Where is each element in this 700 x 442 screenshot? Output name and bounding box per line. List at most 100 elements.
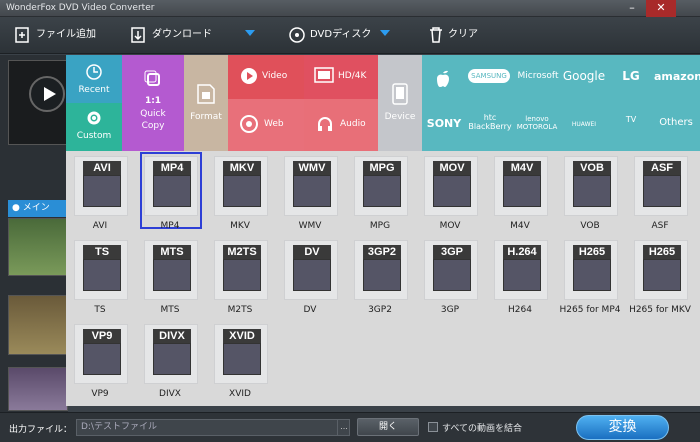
category-video[interactable]: Video [228, 55, 304, 99]
convert-button[interactable]: 変換 [576, 415, 669, 440]
format-grid: AVI AVI MP4 MP4 MKV MKV WMV WMV MPG MPG MOV MOV M4V M… [66, 151, 700, 406]
format-head: 3GP [433, 245, 471, 259]
format-label: M2TS [227, 305, 253, 315]
format-thumbnail [153, 175, 191, 207]
format-thumbnail [643, 259, 681, 291]
format-label: H264 [508, 305, 532, 315]
apple-icon[interactable] [434, 67, 452, 89]
format-thumbnail [83, 343, 121, 375]
format-thumbnail [83, 175, 121, 207]
brand-amazon[interactable]: amazon [654, 70, 700, 83]
format-icon: 3GP [424, 240, 478, 300]
video-thumbnail[interactable] [8, 295, 68, 355]
brand-tv[interactable]: TV [610, 115, 652, 124]
brand-sony[interactable]: SONY [422, 117, 466, 130]
download-icon [131, 27, 145, 43]
close-button[interactable]: ✕ [646, 0, 676, 17]
format-label: H265 for MKV [629, 305, 691, 315]
format-icon: MTS [144, 240, 198, 300]
category-audio[interactable]: Audio [304, 99, 378, 151]
category-hd4k[interactable]: HD/4K [304, 55, 378, 99]
format-h265-for-mp4[interactable]: H265 H265 for MP4 [558, 236, 622, 320]
format-thumbnail [153, 259, 191, 291]
merge-checkbox[interactable] [428, 422, 438, 432]
format-head: TS [83, 245, 121, 259]
app-title: WonderFox DVD Video Converter [6, 3, 155, 13]
brand-microsoft[interactable]: Microsoft [516, 71, 560, 81]
browse-button[interactable]: ... [337, 419, 350, 436]
play-icon[interactable] [29, 76, 65, 112]
category-recent[interactable]: Recent [66, 55, 122, 103]
category-custom[interactable]: Custom [66, 103, 122, 151]
brand-samsung[interactable]: SAMSUNG [468, 69, 510, 83]
format-mts[interactable]: MTS MTS [138, 236, 202, 320]
dvd-dropdown-icon[interactable] [380, 30, 390, 36]
brand-lenovo[interactable]: lenovo MOTOROLA [514, 115, 560, 131]
minimize-button[interactable]: – [620, 0, 644, 17]
format-thumbnail [363, 259, 401, 291]
category-quick-copy[interactable]: 1:1 Quick Copy [122, 55, 184, 151]
format-mov[interactable]: MOV MOV [418, 152, 482, 236]
format-vp9[interactable]: VP9 VP9 [68, 320, 132, 404]
format-vob[interactable]: VOB VOB [558, 152, 622, 236]
format-label: H265 for MP4 [559, 305, 621, 315]
format-thumbnail [573, 175, 611, 207]
device-label: Device [384, 112, 416, 122]
format-mpg[interactable]: MPG MPG [348, 152, 412, 236]
format-3gp2[interactable]: 3GP2 3GP2 [348, 236, 412, 320]
format-xvid[interactable]: XVID XVID [208, 320, 272, 404]
format-wmv[interactable]: WMV WMV [278, 152, 342, 236]
format-asf[interactable]: ASF ASF [628, 152, 692, 236]
download-dropdown-icon[interactable] [245, 30, 255, 36]
preview-thumbnail[interactable] [8, 60, 68, 145]
category-device[interactable]: Device [378, 55, 422, 151]
play-circle-icon [241, 68, 257, 84]
title-bar: WonderFox DVD Video Converter – ✕ [0, 0, 700, 17]
format-icon: MP4 [144, 156, 198, 216]
category-header: Recent Custom 1:1 Quick Copy Format Vide… [66, 55, 700, 151]
output-path-field[interactable]: D:\テストファイル [76, 419, 350, 436]
format-label: MTS [160, 305, 180, 315]
format-divx[interactable]: DIVX DIVX [138, 320, 202, 404]
format-label: TS [94, 305, 106, 315]
brand-htc[interactable]: htc BlackBerry [468, 113, 512, 131]
category-web[interactable]: Web [228, 99, 304, 151]
format-dv[interactable]: DV DV [278, 236, 342, 320]
format-3gp[interactable]: 3GP 3GP [418, 236, 482, 320]
add-files-button[interactable]: ファイル追加 [14, 23, 114, 47]
category-format[interactable]: Format [184, 55, 228, 151]
format-label: VP9 [91, 389, 109, 399]
format-mp4[interactable]: MP4 MP4 [138, 152, 202, 236]
audio-label: Audio [340, 119, 366, 129]
clear-button[interactable]: クリア [428, 23, 488, 47]
brand-google[interactable]: Google [562, 69, 606, 83]
custom-label: Custom [76, 131, 112, 141]
format-head: H.264 [503, 245, 541, 259]
video-thumbnail[interactable] [8, 367, 68, 411]
brand-huawei[interactable]: HUAWEI [562, 121, 606, 128]
format-icon: VP9 [74, 324, 128, 384]
format-icon: TS [74, 240, 128, 300]
format-head: VP9 [83, 329, 121, 343]
video-thumbnail[interactable] [8, 218, 68, 276]
clock-icon [86, 64, 102, 80]
format-mkv[interactable]: MKV MKV [208, 152, 272, 236]
format-h265-for-mkv[interactable]: H265 H265 for MKV [628, 236, 692, 320]
format-head: MP4 [153, 161, 191, 175]
format-avi[interactable]: AVI AVI [68, 152, 132, 236]
download-button[interactable]: ダウンロード [130, 23, 250, 47]
format-h264[interactable]: H.264 H264 [488, 236, 552, 320]
brand-lg[interactable]: LG [610, 69, 652, 83]
open-button[interactable]: 開く [357, 418, 419, 436]
format-ts[interactable]: TS TS [68, 236, 132, 320]
format-m4v[interactable]: M4V M4V [488, 152, 552, 236]
brand-others[interactable]: Others [654, 117, 698, 128]
format-head: VOB [573, 161, 611, 175]
format-icon: M2TS [214, 240, 268, 300]
dvd-disc-button[interactable]: DVDディスク [288, 23, 384, 47]
browser-icon [240, 115, 258, 133]
format-label: WMV [298, 221, 322, 231]
main-tab[interactable]: ● メイン [8, 200, 68, 217]
add-files-label: ファイル追加 [36, 29, 96, 40]
format-m2ts[interactable]: M2TS M2TS [208, 236, 272, 320]
